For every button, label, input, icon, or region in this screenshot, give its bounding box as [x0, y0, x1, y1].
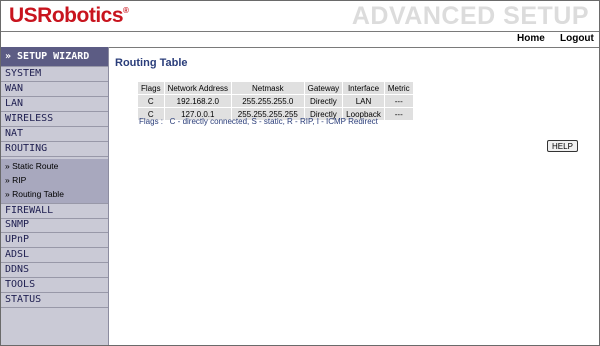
- home-link[interactable]: Home: [517, 33, 545, 44]
- sidebar-subitem-static-route[interactable]: » Static Route: [1, 159, 108, 173]
- routing-table: Flags Network Address Netmask Gateway In…: [137, 81, 414, 121]
- main-content: Routing Table Flags Network Address Netm…: [109, 47, 599, 345]
- table-row: C 192.168.2.0 255.255.255.0 Directly LAN…: [138, 95, 413, 107]
- table-header-row: Flags Network Address Netmask Gateway In…: [138, 82, 413, 94]
- brand-logo-text: USRobotics: [9, 4, 124, 27]
- table-cell-metric: ---: [384, 108, 413, 120]
- help-button[interactable]: HELP: [547, 140, 578, 152]
- header: USRobotics® ADVANCED SETUP: [1, 1, 599, 31]
- sidebar-item-upnp[interactable]: UPnP: [1, 233, 108, 248]
- table-cell-gateway: Directly: [304, 95, 343, 107]
- advanced-setup-banner: ADVANCED SETUP: [351, 2, 589, 30]
- sidebar: » SETUP WIZARD SYSTEM WAN LAN WIRELESS N…: [1, 47, 109, 345]
- sidebar-item-tools[interactable]: TOOLS: [1, 278, 108, 293]
- table-cell-network-address: 192.168.2.0: [164, 95, 232, 107]
- sidebar-item-snmp[interactable]: SNMP: [1, 218, 108, 233]
- column-header-metric: Metric: [384, 82, 413, 94]
- brand-registered-mark: ®: [123, 6, 129, 15]
- logout-link[interactable]: Logout: [560, 33, 594, 44]
- sidebar-item-firewall[interactable]: FIREWALL: [1, 203, 108, 219]
- sidebar-item-status[interactable]: STATUS: [1, 293, 108, 308]
- page-title: Routing Table: [115, 57, 188, 69]
- sidebar-item-wan[interactable]: WAN: [1, 82, 108, 97]
- column-header-network-address: Network Address: [164, 82, 232, 94]
- page-frame: USRobotics® ADVANCED SETUP Home Logout »…: [0, 0, 600, 346]
- table-cell-flags: C: [138, 95, 164, 107]
- sidebar-item-lan[interactable]: LAN: [1, 97, 108, 112]
- sidebar-item-wireless[interactable]: WIRELESS: [1, 112, 108, 127]
- sidebar-item-system[interactable]: SYSTEM: [1, 67, 108, 82]
- flags-legend: Flags : C - directly connected, S - stat…: [139, 117, 378, 126]
- table-cell-netmask: 255.255.255.0: [232, 95, 304, 107]
- table-cell-interface: LAN: [343, 95, 384, 107]
- table-cell-metric: ---: [384, 95, 413, 107]
- column-header-netmask: Netmask: [232, 82, 304, 94]
- sidebar-item-nat[interactable]: NAT: [1, 127, 108, 142]
- column-header-flags: Flags: [138, 82, 164, 94]
- top-nav: Home Logout: [1, 31, 599, 48]
- sidebar-subitem-rip[interactable]: » RIP: [1, 173, 108, 187]
- sidebar-item-setup-wizard[interactable]: » SETUP WIZARD: [1, 47, 108, 67]
- column-header-gateway: Gateway: [304, 82, 343, 94]
- sidebar-item-ddns[interactable]: DDNS: [1, 263, 108, 278]
- sidebar-item-routing[interactable]: ROUTING: [1, 142, 108, 157]
- sidebar-item-adsl[interactable]: ADSL: [1, 248, 108, 263]
- sidebar-subitem-routing-table[interactable]: » Routing Table: [1, 187, 108, 203]
- column-header-interface: Interface: [343, 82, 384, 94]
- brand-logo: USRobotics®: [9, 4, 129, 28]
